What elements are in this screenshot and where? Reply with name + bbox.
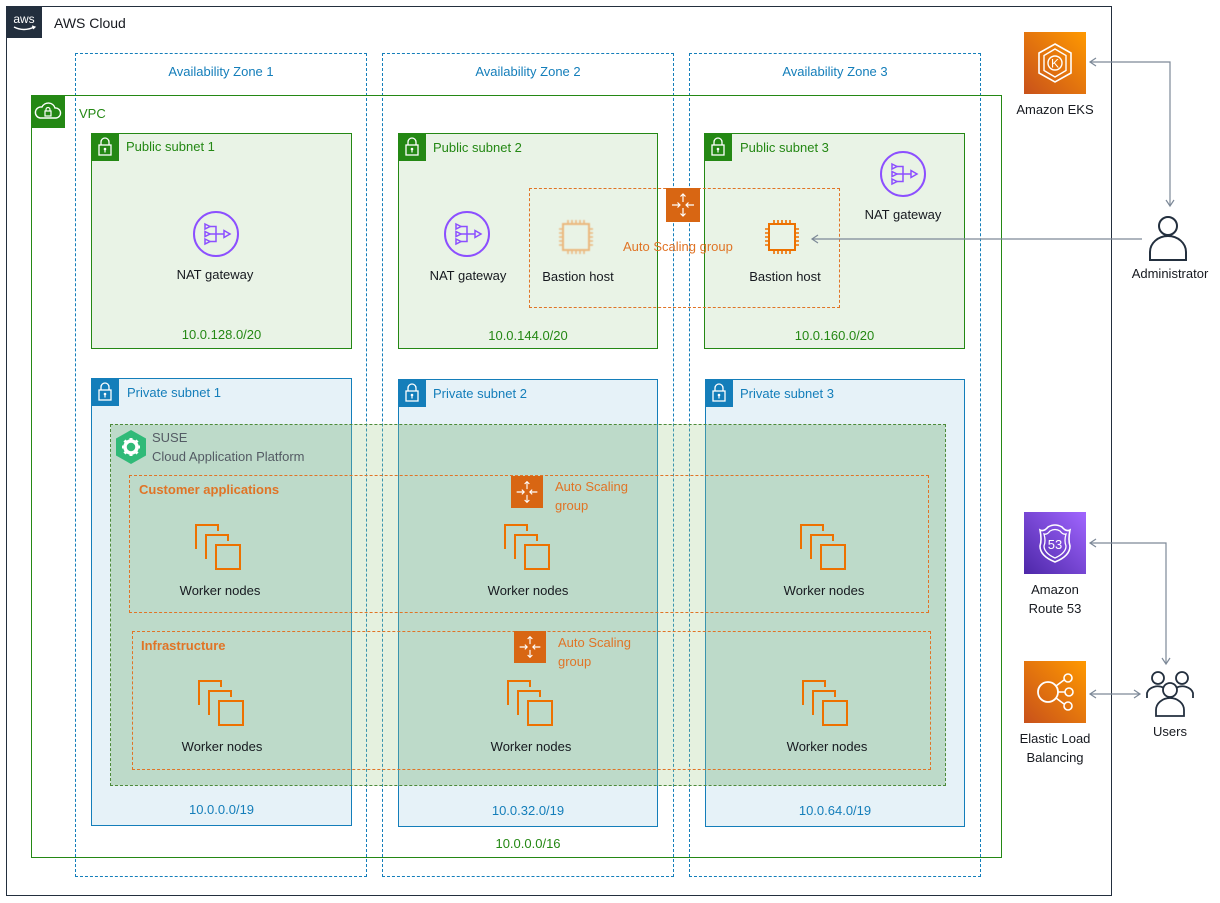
worker-nodes-label: Worker nodes (181, 739, 263, 754)
bastion-host-icon (762, 217, 802, 257)
elastic-load-balancing-icon (1024, 661, 1086, 723)
administrator-label: Administrator (1131, 266, 1209, 281)
infrastructure-title: Infrastructure (141, 638, 226, 653)
private-subnet-2-label: Private subnet 2 (433, 386, 527, 401)
public-subnet-2-lock-icon (398, 133, 426, 161)
worker-nodes-label: Worker nodes (490, 739, 572, 754)
route-53-label-1: Amazon (1031, 582, 1079, 597)
arrow-head-icon (1133, 689, 1142, 699)
private-subnet-3-cidr: 10.0.64.0/19 (798, 803, 872, 818)
suse-line1: SUSE (152, 430, 188, 445)
customer-apps-asg-label-2: group (555, 498, 589, 513)
public-subnet-1-lock-icon (91, 133, 119, 161)
worker-nodes-label: Worker nodes (179, 583, 261, 598)
users-icon (1144, 668, 1196, 718)
auto-scaling-icon (511, 476, 543, 508)
public-subnet-3-label: Public subnet 3 (740, 140, 829, 155)
public-subnet-2-label: Public subnet 2 (433, 140, 522, 155)
nat-gateway-3-label: NAT gateway (864, 207, 942, 222)
infrastructure-asg-label-2: group (558, 654, 592, 669)
bastion-host-3-label: Bastion host (749, 269, 821, 284)
az-3-label: Availability Zone 3 (782, 64, 888, 79)
vpc-cloud-lock-icon (31, 95, 65, 128)
amazon-eks-label: Amazon EKS (1016, 102, 1094, 117)
amazon-eks-icon: K (1024, 32, 1086, 94)
users-label: Users (1153, 724, 1187, 739)
customer-applications-title: Customer applications (139, 482, 280, 497)
customer-apps-asg-label-1: Auto Scaling (555, 479, 628, 494)
private-subnet-2-cidr: 10.0.32.0/19 (491, 803, 565, 818)
private-subnet-1-label: Private subnet 1 (127, 385, 221, 400)
private-subnet-3-label: Private subnet 3 (740, 386, 834, 401)
elb-label-2: Balancing (1026, 750, 1084, 765)
worker-nodes-icon (503, 523, 553, 573)
worker-nodes-label: Worker nodes (786, 739, 868, 754)
worker-nodes-label: Worker nodes (783, 583, 865, 598)
arrow-head-icon (1161, 657, 1171, 666)
arrow-head-icon (1165, 199, 1175, 208)
worker-nodes-icon (197, 679, 247, 729)
worker-nodes-icon (194, 523, 244, 573)
svg-text:K: K (1051, 57, 1059, 71)
worker-nodes-icon (801, 679, 851, 729)
suse-gear-icon (114, 429, 148, 465)
svg-text:aws: aws (13, 12, 34, 26)
bastion-host-2-label: Bastion host (542, 269, 614, 284)
private-subnet-1-lock-icon (91, 378, 119, 406)
private-subnet-3-lock-icon (705, 379, 733, 407)
administrator-icon (1144, 212, 1192, 264)
public-subnet-2-cidr: 10.0.144.0/20 (488, 328, 568, 343)
route-53-label-2: Route 53 (1028, 601, 1082, 616)
nat-gateway-2-label: NAT gateway (429, 268, 507, 283)
nat-gateway-icon (443, 210, 491, 258)
suse-line2: Cloud Application Platform (152, 449, 305, 464)
nat-gateway-1-label: NAT gateway (176, 267, 254, 282)
nat-gateway-icon (192, 210, 240, 258)
svg-text:53: 53 (1048, 537, 1062, 552)
public-subnet-1-label: Public subnet 1 (126, 139, 215, 154)
private-subnet-2-lock-icon (398, 379, 426, 407)
az-1-label: Availability Zone 1 (168, 64, 274, 79)
infrastructure-asg-label-1: Auto Scaling (558, 635, 631, 650)
elb-label-1: Elastic Load (1019, 731, 1091, 746)
auto-scaling-icon (666, 188, 700, 222)
az-2-label: Availability Zone 2 (475, 64, 581, 79)
public-subnet-3-lock-icon (704, 133, 732, 161)
worker-nodes-icon (799, 523, 849, 573)
public-subnet-1-cidr: 10.0.128.0/20 (181, 327, 262, 342)
public-subnet-3-cidr: 10.0.160.0/20 (794, 328, 875, 343)
aws-cloud-label: AWS Cloud (54, 15, 126, 31)
vpc-label: VPC (79, 106, 106, 121)
amazon-route-53-icon: 53 (1024, 512, 1086, 574)
bastion-host-standby-icon (556, 217, 596, 257)
aws-logo-icon: aws (6, 6, 42, 38)
worker-nodes-icon (506, 679, 556, 729)
auto-scaling-icon (514, 631, 546, 663)
private-subnet-1-cidr: 10.0.0.0/19 (188, 802, 255, 817)
bastion-asg-label: Auto Scaling group (623, 239, 733, 254)
vpc-cidr: 10.0.0.0/16 (495, 836, 561, 851)
worker-nodes-label: Worker nodes (487, 583, 569, 598)
nat-gateway-icon (879, 150, 927, 198)
